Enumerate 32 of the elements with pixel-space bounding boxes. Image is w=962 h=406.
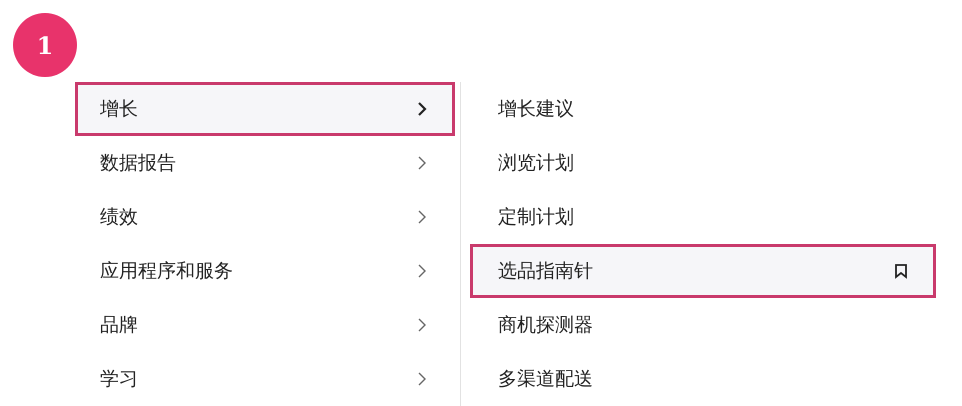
menu-item-label: 学习	[100, 367, 138, 392]
bookmark-icon[interactable]	[894, 263, 908, 279]
menu-item-label: 应用程序和服务	[100, 259, 233, 284]
submenu-item-label: 多渠道配送	[498, 367, 593, 392]
submenu-item[interactable]: 定制计划	[470, 190, 936, 244]
submenu-item-label: 商机探测器	[498, 313, 593, 338]
submenu-item[interactable]: 增长建议	[470, 82, 936, 136]
menu-item-label: 数据报告	[100, 151, 176, 176]
menu-item[interactable]: 增长	[75, 82, 455, 136]
step-badge: 1	[13, 13, 77, 77]
menu-item[interactable]: 品牌	[75, 298, 455, 352]
chevron-right-icon	[417, 317, 427, 333]
menu-item[interactable]: 数据报告	[75, 136, 455, 190]
menu-item[interactable]: 学习	[75, 352, 455, 406]
submenu-item[interactable]: 商机探测器	[470, 298, 936, 352]
submenu-item[interactable]: 多渠道配送	[470, 352, 936, 406]
chevron-right-icon	[417, 155, 427, 171]
menu-item-label: 绩效	[100, 205, 138, 230]
chevron-right-icon	[417, 209, 427, 225]
submenu-item-label: 浏览计划	[498, 151, 574, 176]
submenu-item-label: 增长建议	[498, 97, 574, 122]
submenu-item[interactable]: 选品指南针	[470, 244, 936, 298]
menu-item-label: 增长	[100, 97, 138, 122]
chevron-right-icon	[417, 263, 427, 279]
menu-item[interactable]: 应用程序和服务	[75, 244, 455, 298]
chevron-right-icon	[417, 101, 427, 117]
menu-item[interactable]: 绩效	[75, 190, 455, 244]
submenu-item-label: 选品指南针	[498, 259, 593, 284]
submenu-item[interactable]: 浏览计划	[470, 136, 936, 190]
menu-item-label: 品牌	[100, 313, 138, 338]
chevron-right-icon	[417, 371, 427, 387]
submenu-item-label: 定制计划	[498, 205, 574, 230]
